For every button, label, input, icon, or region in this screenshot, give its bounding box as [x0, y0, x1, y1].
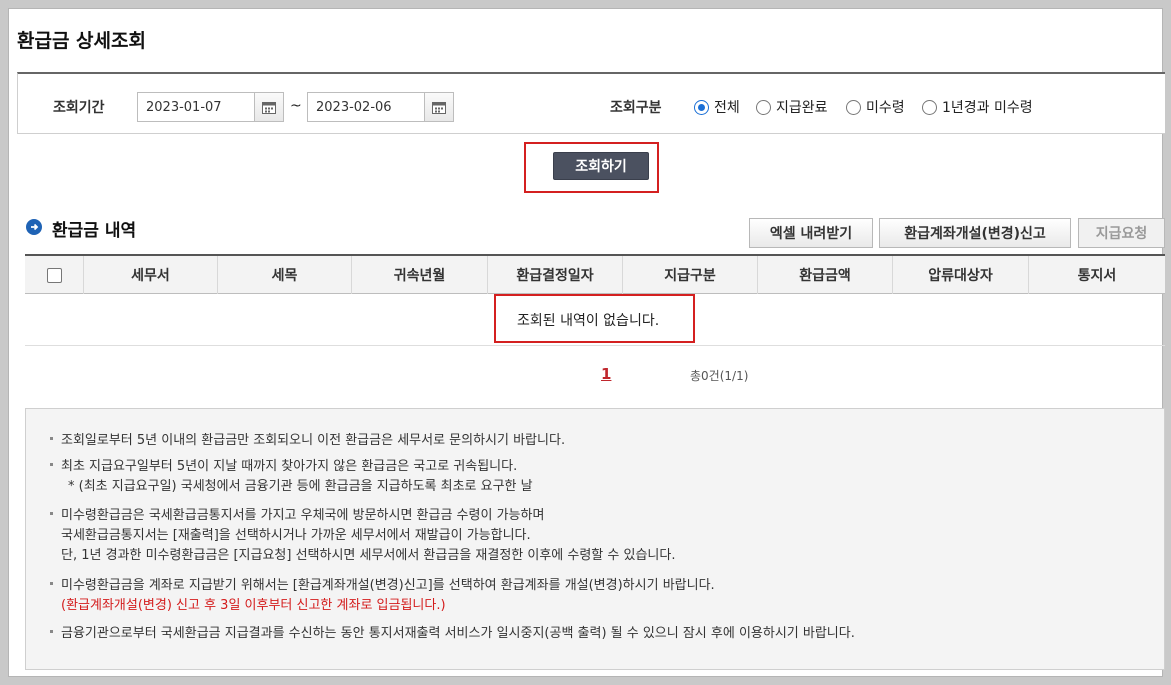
- section-title: 환급금 내역: [52, 221, 137, 241]
- notice-item: 미수령환급금은 국세환급금통지서를 가지고 우체국에 방문하시면 환급금 수령이…: [50, 506, 675, 566]
- select-all-checkbox[interactable]: [46, 267, 62, 283]
- radio-label: 미수령: [866, 100, 905, 116]
- page-title: 환급금 상세조회: [17, 30, 146, 52]
- column-header[interactable]: 귀속년월: [352, 256, 488, 294]
- end-date-group: [307, 92, 454, 122]
- notice-subtext: 단, 1년 경과한 미수령환급금은 [지급요청] 선택하시면 세무서에서 환급금…: [61, 548, 676, 563]
- page-link-current[interactable]: 1: [601, 365, 611, 383]
- radio-all[interactable]: 전체: [694, 97, 740, 117]
- notice-text: 최초 지급요구일부터 5년이 지날 때까지 찾아가지 않은 환급금은 국고로 귀…: [61, 459, 518, 474]
- start-date-group: [137, 92, 284, 122]
- excel-download-button[interactable]: 엑셀 내려받기: [749, 218, 873, 248]
- total-count: 총0건(1/1): [690, 369, 749, 383]
- radio-button[interactable]: [846, 99, 861, 115]
- calendar-icon: [432, 101, 446, 114]
- notice-text: 금융기관으로부터 국세환급금 지급결과를 수신하는 동안 통지서재출력 서비스가…: [61, 626, 855, 641]
- radio-label: 지급완료: [776, 100, 828, 116]
- radio-paid[interactable]: 지급완료: [756, 97, 828, 117]
- query-button[interactable]: 조회하기: [553, 152, 649, 180]
- column-header[interactable]: 통지서: [1029, 256, 1165, 294]
- start-date-input[interactable]: [137, 92, 255, 122]
- notice-subtext: 국세환급금통지서는 [재출력]을 선택하시거나 가까운 세무서에서 재발급이 가…: [61, 528, 531, 543]
- arrow-right-icon: [31, 223, 39, 231]
- notice-box: 조회일로부터 5년 이내의 환급금만 조회되오니 이전 환급금은 세무서로 문의…: [25, 408, 1165, 670]
- radio-label: 1년경과 미수령: [942, 100, 1033, 116]
- arrow-circle-icon: [26, 219, 42, 235]
- column-header[interactable]: 환급금액: [758, 256, 893, 294]
- notice-text: 미수령환급금은 국세환급금통지서를 가지고 우체국에 방문하시면 환급금 수령이…: [61, 508, 545, 523]
- refund-account-report-button[interactable]: 환급계좌개설(변경)신고: [879, 218, 1071, 248]
- bullet-icon: [50, 582, 53, 585]
- notice-item: 최초 지급요구일부터 5년이 지날 때까지 찾아가지 않은 환급금은 국고로 귀…: [50, 457, 533, 497]
- column-header[interactable]: 세무서: [84, 256, 218, 294]
- column-header[interactable]: 환급결정일자: [488, 256, 623, 294]
- column-header[interactable]: 압류대상자: [893, 256, 1029, 294]
- period-label: 조회기간: [53, 100, 105, 116]
- bullet-icon: [50, 463, 53, 466]
- radio-label: 전체: [714, 100, 740, 116]
- calendar-icon: [262, 101, 276, 114]
- notice-item: 미수령환급금을 계좌로 지급받기 위해서는 [환급계좌개설(변경)신고]를 선택…: [50, 576, 715, 616]
- notice-text: 미수령환급금을 계좌로 지급받기 위해서는 [환급계좌개설(변경)신고]를 선택…: [61, 578, 715, 593]
- notice-warning: (환급계좌개설(변경) 신고 후 3일 이후부터 신고한 계좌로 입금됩니다.): [61, 598, 446, 613]
- bullet-icon: [50, 512, 53, 515]
- select-all-cell: [25, 256, 84, 294]
- column-header[interactable]: 세목: [218, 256, 352, 294]
- end-date-calendar-button[interactable]: [425, 92, 454, 122]
- type-label: 조회구분: [610, 100, 662, 116]
- start-date-calendar-button[interactable]: [255, 92, 284, 122]
- column-header[interactable]: 지급구분: [623, 256, 758, 294]
- empty-message: 조회된 내역이 없습니다.: [517, 313, 660, 329]
- notice-item: 금융기관으로부터 국세환급금 지급결과를 수신하는 동안 통지서재출력 서비스가…: [50, 624, 855, 644]
- date-separator: ~: [290, 98, 302, 114]
- radio-button[interactable]: [756, 99, 771, 115]
- table-header: 세무서 세목 귀속년월 환급결정일자 지급구분 환급금액 압류대상자 통지서: [25, 254, 1165, 294]
- radio-button[interactable]: [922, 99, 937, 115]
- notice-item: 조회일로부터 5년 이내의 환급금만 조회되오니 이전 환급금은 세무서로 문의…: [50, 431, 565, 451]
- radio-unclaimed[interactable]: 미수령: [846, 97, 905, 117]
- notice-text: 조회일로부터 5년 이내의 환급금만 조회되오니 이전 환급금은 세무서로 문의…: [61, 433, 566, 448]
- bullet-icon: [50, 437, 53, 440]
- radio-unclaimed-1yr[interactable]: 1년경과 미수령: [922, 97, 1033, 117]
- end-date-input[interactable]: [307, 92, 425, 122]
- bullet-icon: [50, 630, 53, 633]
- payment-request-button[interactable]: 지급요청: [1078, 218, 1165, 248]
- radio-button-selected[interactable]: [694, 99, 709, 115]
- notice-subtext: * (최초 지급요구일) 국세청에서 금융기관 등에 환급금을 지급하도록 최초…: [68, 479, 533, 494]
